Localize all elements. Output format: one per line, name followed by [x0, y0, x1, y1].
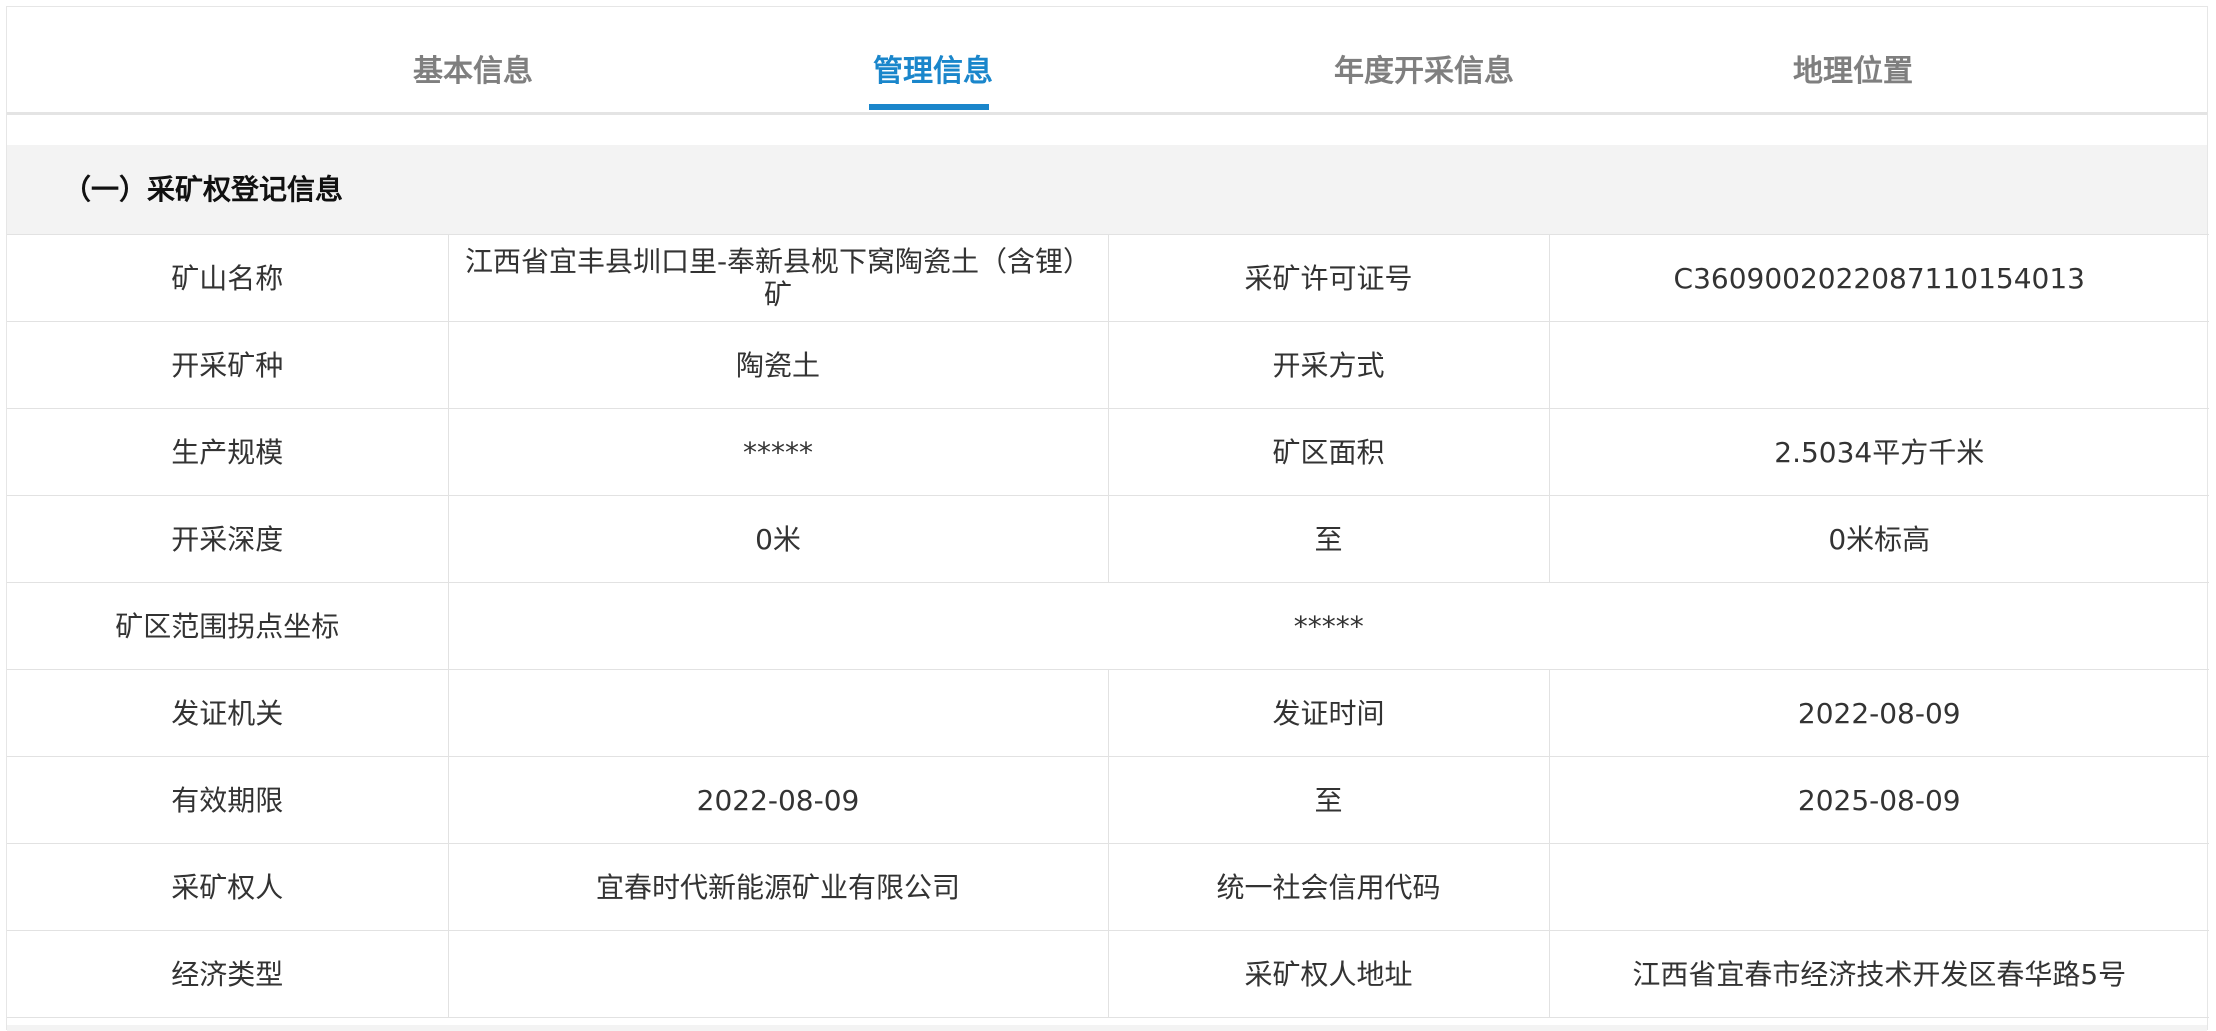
mineral-label: 开采矿种	[7, 321, 449, 409]
mine-area-value: 2.5034平方千米	[1548, 408, 2209, 496]
mine-area-label: 矿区面积	[1107, 408, 1550, 496]
table-row: 采矿权人 宜春时代新能源矿业有限公司 统一社会信用代码	[7, 843, 2209, 931]
mining-method-label: 开采方式	[1107, 321, 1550, 409]
economic-type-value	[447, 930, 1109, 1018]
issue-date-label: 发证时间	[1107, 669, 1550, 757]
mining-depth-label: 开采深度	[7, 495, 449, 583]
mining-depth-to-value: 0米标高	[1548, 495, 2209, 583]
rights-holder-label: 采矿权人	[7, 843, 449, 931]
tab-management-info[interactable]: 管理信息	[827, 7, 1039, 112]
production-scale-label: 生产规模	[7, 408, 449, 496]
production-scale-value: *****	[447, 408, 1109, 496]
credit-code-label: 统一社会信用代码	[1107, 843, 1550, 931]
section-header: （一）采矿权登记信息	[7, 145, 2207, 234]
economic-type-label: 经济类型	[7, 930, 449, 1018]
validity-to-value: 2025-08-09	[1548, 756, 2209, 844]
validity-to-label: 至	[1107, 756, 1550, 844]
table-row: 发证机关 发证时间 2022-08-09	[7, 669, 2209, 757]
license-no-label: 采矿许可证号	[1107, 234, 1550, 322]
holder-address-label: 采矿权人地址	[1107, 930, 1550, 1018]
tab-geographic-location[interactable]: 地理位置	[1747, 7, 1959, 112]
table-row: 经济类型 采矿权人地址 江西省宜春市经济技术开发区春华路5号	[7, 930, 2209, 1018]
section-title: （一）采矿权登记信息	[63, 173, 344, 206]
table-row: 生产规模 ***** 矿区面积 2.5034平方千米	[7, 408, 2209, 496]
mining-method-value	[1548, 321, 2209, 409]
mining-right-info-table: 矿山名称 江西省宜丰县圳口里-奉新县枧下窝陶瓷土（含锂）矿 采矿许可证号 C36…	[7, 234, 2209, 1018]
tab-basic-info[interactable]: 基本信息	[367, 7, 579, 112]
mining-depth-from-value: 0米	[447, 495, 1109, 583]
credit-code-value	[1548, 843, 2209, 931]
issuing-authority-label: 发证机关	[7, 669, 449, 757]
issuing-authority-value	[447, 669, 1109, 757]
table-row: 矿区范围拐点坐标 *****	[7, 582, 2209, 670]
rights-holder-value: 宜春时代新能源矿业有限公司	[447, 843, 1109, 931]
mine-name-value: 江西省宜丰县圳口里-奉新县枧下窝陶瓷土（含锂）矿	[447, 234, 1109, 322]
mining-depth-to-label: 至	[1107, 495, 1550, 583]
detail-panel: 基本信息 管理信息 年度开采信息 地理位置 （一）采矿权登记信息 矿山名称 江西…	[6, 6, 2209, 1031]
mine-name-label: 矿山名称	[7, 234, 449, 322]
issue-date-value: 2022-08-09	[1548, 669, 2209, 757]
boundary-coords-value: *****	[447, 582, 2209, 670]
tab-bar: 基本信息 管理信息 年度开采信息 地理位置	[7, 7, 2207, 115]
license-no-value: C3609002022087110154013	[1548, 234, 2209, 322]
validity-label: 有效期限	[7, 756, 449, 844]
boundary-coords-label: 矿区范围拐点坐标	[7, 582, 449, 670]
active-tab-underline	[869, 104, 989, 110]
next-section-strip	[7, 1025, 2207, 1031]
table-row: 矿山名称 江西省宜丰县圳口里-奉新县枧下窝陶瓷土（含锂）矿 采矿许可证号 C36…	[7, 234, 2209, 322]
table-row: 开采矿种 陶瓷土 开采方式	[7, 321, 2209, 409]
validity-from-value: 2022-08-09	[447, 756, 1109, 844]
table-row: 有效期限 2022-08-09 至 2025-08-09	[7, 756, 2209, 844]
mineral-value: 陶瓷土	[447, 321, 1109, 409]
holder-address-value: 江西省宜春市经济技术开发区春华路5号	[1548, 930, 2209, 1018]
tab-annual-mining-info[interactable]: 年度开采信息	[1299, 7, 1549, 112]
table-row: 开采深度 0米 至 0米标高	[7, 495, 2209, 583]
